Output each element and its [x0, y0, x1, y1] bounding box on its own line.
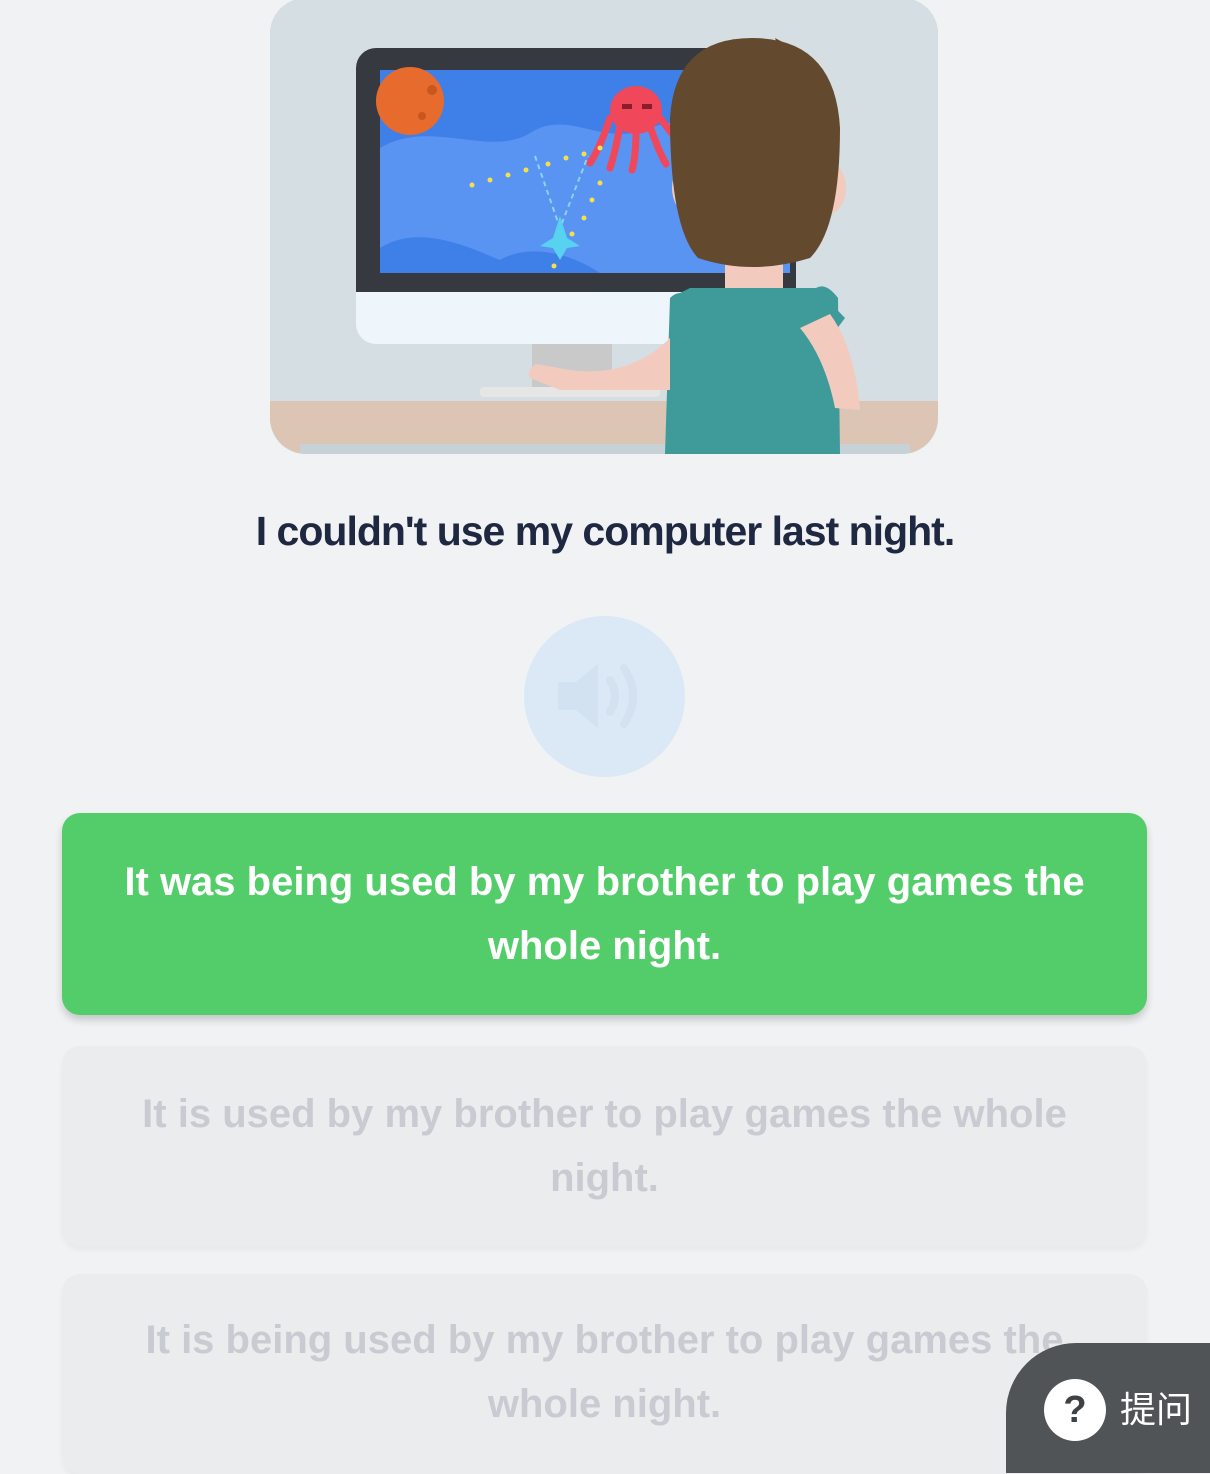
ask-question-button[interactable]: ? 提问	[1006, 1343, 1210, 1473]
answer-option-1[interactable]: It was being used by my brother to play …	[62, 813, 1147, 1015]
prompt-sentence: I couldn't use my computer last night.	[255, 508, 955, 554]
illustration-card	[270, 0, 938, 454]
speaker-icon	[558, 664, 637, 728]
audio-play-button[interactable]	[524, 616, 685, 777]
ask-question-label: 提问	[1120, 1390, 1193, 1431]
planet	[376, 67, 444, 135]
question-mark-icon: ?	[1044, 1379, 1106, 1441]
answer-option-2-text: It is used by my brother to play games t…	[142, 1092, 1067, 1200]
answer-option-2[interactable]: It is used by my brother to play games t…	[62, 1046, 1147, 1246]
boy-playing-computer-illustration	[270, 0, 938, 454]
answer-option-3[interactable]: It is being used by my brother to play g…	[62, 1274, 1147, 1474]
answer-option-1-text: It was being used by my brother to play …	[124, 860, 1085, 968]
answer-option-3-text: It is being used by my brother to play g…	[145, 1318, 1064, 1426]
